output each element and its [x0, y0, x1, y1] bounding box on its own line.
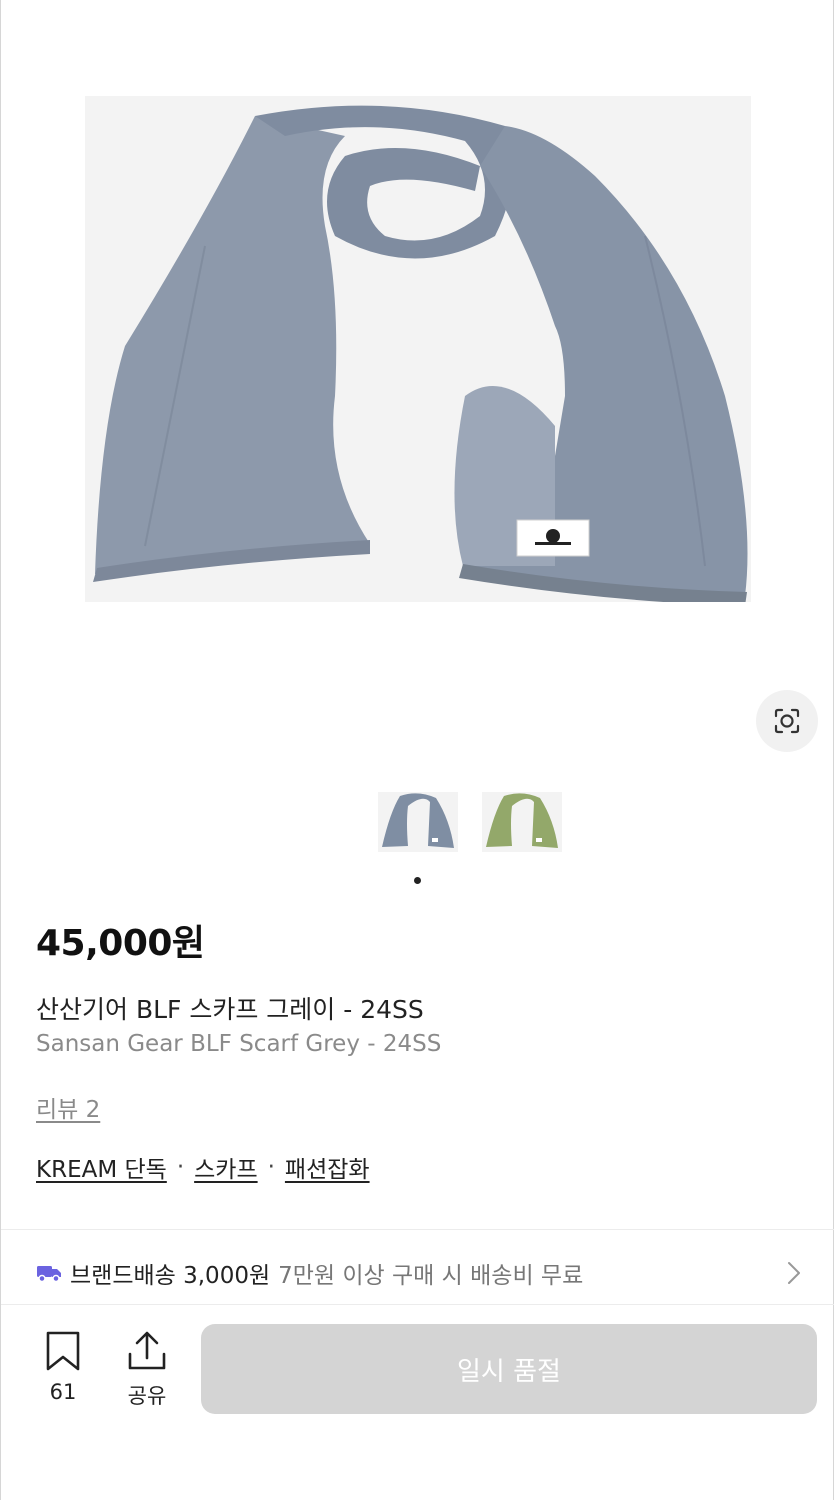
bottom-action-bar: 61 공유 일시 품절 — [1, 1320, 834, 1420]
review-link[interactable]: 리뷰 2 — [36, 1090, 100, 1124]
scarf-grey-thumbnail — [378, 792, 458, 852]
thumbnail-strip — [378, 792, 562, 852]
app-frame: 45,000원 산산기어 BLF 스카프 그레이 - 24SS Sansan G… — [0, 0, 834, 1500]
thumbnail-grey[interactable] — [378, 792, 458, 852]
bookmark-count: 61 — [49, 1380, 77, 1404]
category-separator: · — [176, 1154, 185, 1180]
scarf-green-thumbnail — [482, 792, 562, 852]
divider — [1, 1229, 834, 1230]
product-title-korean: 산산기어 BLF 스카프 그레이 - 24SS — [36, 995, 424, 1024]
shipping-info-row[interactable]: 브랜드배송 3,000원 7만원 이상 구매 시 배송비 무료 — [36, 1256, 816, 1290]
buy-button-sold-out[interactable]: 일시 품절 — [201, 1324, 817, 1414]
camera-lens-icon — [774, 708, 800, 734]
share-label: 공유 — [127, 1384, 167, 1408]
truck-icon — [36, 1263, 62, 1283]
share-icon — [128, 1331, 166, 1370]
divider — [1, 1304, 834, 1305]
product-title-english: Sansan Gear BLF Scarf Grey - 24SS — [36, 1031, 442, 1057]
thumbnail-green[interactable] — [482, 792, 562, 852]
product-main-image[interactable] — [85, 96, 751, 602]
product-price: 45,000원 — [36, 923, 205, 964]
bookmark-icon — [46, 1331, 80, 1371]
bookmark-button[interactable]: 61 — [41, 1330, 85, 1404]
category-separator: · — [267, 1154, 275, 1180]
category-link-kream-exclusive[interactable]: KREAM 단독 — [36, 1150, 167, 1184]
share-button[interactable]: 공유 — [123, 1330, 171, 1410]
scarf-grey-photo — [85, 96, 751, 602]
category-breadcrumb: KREAM 단독 · 스카프 · 패션잡화 — [36, 1150, 370, 1184]
image-search-button[interactable] — [756, 690, 818, 752]
category-link-scarf[interactable]: 스카프 — [194, 1150, 257, 1184]
chevron-right-icon — [786, 1260, 802, 1292]
shipping-note: 7만원 이상 구매 시 배송비 무료 — [278, 1263, 584, 1289]
shipping-label: 브랜드배송 3,000원 — [70, 1263, 271, 1289]
carousel-page-indicator — [414, 877, 421, 884]
category-link-fashion-goods[interactable]: 패션잡화 — [285, 1150, 370, 1184]
